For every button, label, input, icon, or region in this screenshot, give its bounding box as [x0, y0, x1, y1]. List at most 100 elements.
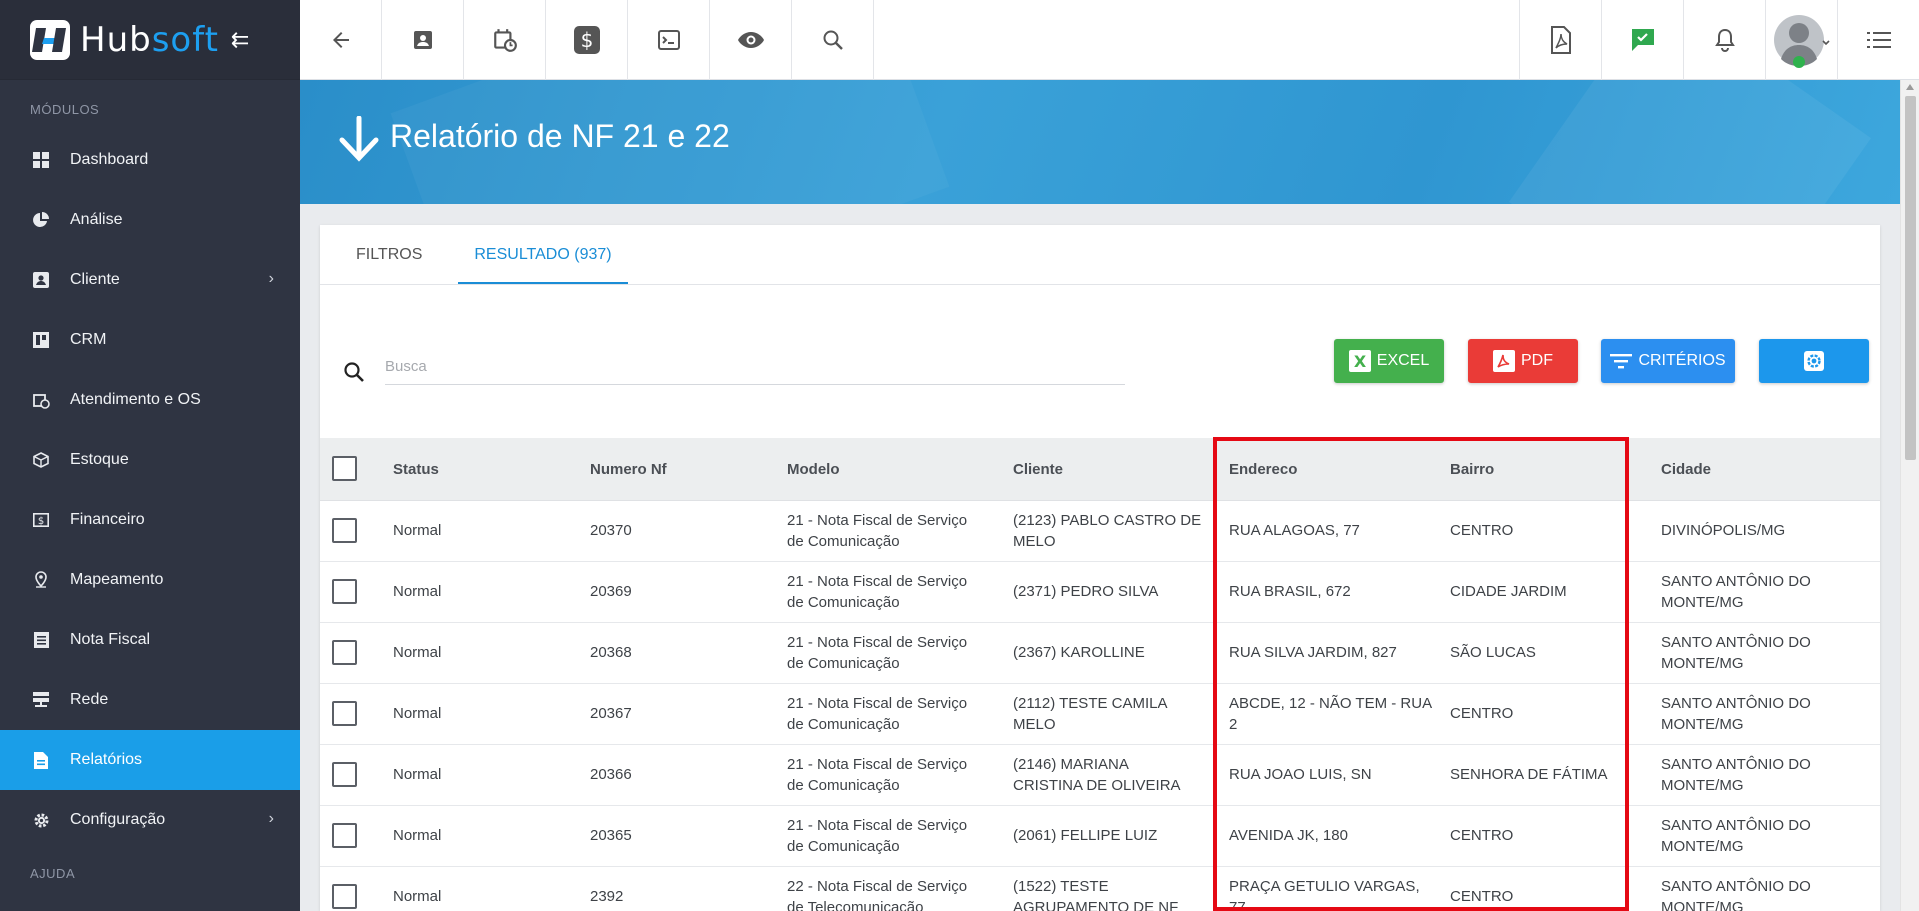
sidebar-item-label: Cliente	[70, 271, 120, 288]
cell-status: Normal	[393, 583, 442, 600]
table-row[interactable]: Normal 2392 22 - Nota Fiscal de Serviço de …	[320, 867, 1880, 911]
excel-export-button[interactable]: X EXCEL	[1334, 339, 1444, 383]
report-card: FILTROS RESULTADO (937) X EXCEL PDF CRIT…	[320, 225, 1880, 911]
row-checkbox[interactable]	[332, 823, 357, 848]
column-header-numero-nf[interactable]: Numero Nf	[590, 459, 667, 480]
section-label-modules: MÓDULOS	[30, 102, 100, 117]
column-header-cidade[interactable]: Cidade	[1661, 459, 1711, 480]
cell-modelo: 21 - Nota Fiscal de Serviço de Comunicaçã…	[787, 573, 968, 611]
map-pin-icon	[32, 571, 50, 589]
sidebar-item-mapeamento[interactable]: Mapeamento	[0, 550, 300, 610]
terminal-button[interactable]	[628, 0, 710, 80]
column-header-status[interactable]: Status	[393, 459, 439, 480]
top-bar: $	[300, 0, 1919, 80]
results-table: Status Numero Nf Modelo Cliente Endereco…	[320, 438, 1880, 911]
cell-bairro: CENTRO	[1450, 827, 1514, 844]
scroll-up-icon[interactable]	[1906, 84, 1914, 90]
cell-bairro: SÃO LUCAS	[1450, 644, 1536, 661]
cell-modelo: 21 - Nota Fiscal de Serviço de Comunicaçã…	[787, 695, 968, 733]
finance-button[interactable]: $	[546, 0, 628, 80]
cell-cidade: SANTO ANTÔNIO DO MONTE/MG	[1661, 695, 1811, 733]
tab-resultado[interactable]: RESULTADO (937)	[458, 225, 628, 284]
cell-modelo: 21 - Nota Fiscal de Serviço de Comunicaçã…	[787, 634, 968, 672]
table-row[interactable]: Normal 20369 21 - Nota Fiscal de Serviço de…	[320, 562, 1880, 623]
gear-icon	[32, 811, 50, 829]
filter-icon	[1610, 353, 1633, 369]
search-input[interactable]	[385, 349, 1125, 385]
bell-icon	[1714, 28, 1735, 52]
row-checkbox[interactable]	[332, 518, 357, 543]
notifications-button[interactable]	[1683, 0, 1765, 80]
pdf-export-button[interactable]	[1519, 0, 1601, 80]
cell-cliente: (2371) PEDRO SILVA	[1013, 583, 1159, 600]
contact-icon	[32, 271, 50, 289]
sidebar-item-analise[interactable]: Análise	[0, 190, 300, 250]
row-checkbox[interactable]	[332, 579, 357, 604]
sidebar-item-estoque[interactable]: Estoque	[0, 430, 300, 490]
table-row[interactable]: Normal 20365 21 - Nota Fiscal de Serviço de…	[320, 806, 1880, 867]
table-row[interactable]: Normal 20367 21 - Nota Fiscal de Serviço de…	[320, 684, 1880, 745]
sidebar-item-label: Nota Fiscal	[70, 631, 151, 648]
cell-cidade: SANTO ANTÔNIO DO MONTE/MG	[1661, 817, 1811, 855]
excel-icon: X	[1348, 350, 1371, 372]
back-button[interactable]	[300, 0, 382, 80]
cell-endereco: RUA BRASIL, 672	[1229, 583, 1351, 600]
table-row[interactable]: Normal 20368 21 - Nota Fiscal de Serviço de…	[320, 623, 1880, 684]
sidebar-item-dashboard[interactable]: Dashboard	[0, 130, 300, 190]
excel-button-label: EXCEL	[1376, 352, 1430, 369]
sidebar: Hubsoft ⇇ MÓDULOS Dashboard Análise Client…	[0, 0, 300, 911]
cell-numero-nf: 20365	[590, 827, 632, 844]
page-banner: Relatório de NF 21 e 22	[300, 80, 1900, 204]
column-header-bairro[interactable]: Bairro	[1450, 459, 1494, 480]
column-header-endereco[interactable]: Endereco	[1229, 459, 1297, 480]
cell-bairro: CENTRO	[1450, 888, 1514, 905]
settings-icon	[1802, 349, 1826, 373]
collapse-menu-icon[interactable]: ⇇	[231, 27, 249, 53]
cell-status: Normal	[393, 888, 442, 905]
row-checkbox[interactable]	[332, 640, 357, 665]
search-button[interactable]	[792, 0, 874, 80]
sidebar-item-configuracao[interactable]: Configuração ›	[0, 790, 300, 850]
sidebar-item-relatorios[interactable]: Relatórios	[0, 730, 300, 790]
column-header-cliente[interactable]: Cliente	[1013, 459, 1063, 480]
column-header-modelo[interactable]: Modelo	[787, 459, 840, 480]
row-checkbox[interactable]	[332, 884, 357, 909]
cell-endereco: RUA ALAGOAS, 77	[1229, 522, 1360, 539]
table-row[interactable]: Normal 20370 21 - Nota Fiscal de Serviço de…	[320, 501, 1880, 562]
sidebar-item-crm[interactable]: CRM	[0, 310, 300, 370]
table-settings-button[interactable]	[1759, 339, 1869, 383]
pdf-export-button-table[interactable]: PDF	[1468, 339, 1578, 383]
list-menu-button[interactable]	[1837, 0, 1919, 80]
schedule-button[interactable]	[464, 0, 546, 80]
sidebar-item-label: Estoque	[70, 451, 129, 468]
view-button[interactable]	[710, 0, 792, 80]
row-checkbox[interactable]	[332, 701, 357, 726]
avatar	[1773, 15, 1830, 68]
page-scrollbar[interactable]	[1900, 80, 1919, 911]
tab-filtros[interactable]: FILTROS	[340, 225, 438, 284]
sidebar-item-cliente[interactable]: Cliente ›	[0, 250, 300, 310]
cell-cliente: (2112) TESTE CAMILA MELO	[1013, 695, 1168, 733]
user-menu-button[interactable]	[1765, 0, 1837, 80]
eye-icon	[737, 32, 764, 48]
sidebar-item-nota-fiscal[interactable]: Nota Fiscal	[0, 610, 300, 670]
cell-cliente: (1522) TESTE AGRUPAMENTO DE NF	[1013, 878, 1179, 911]
cell-modelo: 21 - Nota Fiscal de Serviço de Comunicaçã…	[787, 512, 968, 550]
sidebar-item-label: Dashboard	[70, 151, 149, 168]
sidebar-item-atendimento-e-os[interactable]: Atendimento e OS	[0, 370, 300, 430]
sidebar-item-financeiro[interactable]: $ Financeiro	[0, 490, 300, 550]
criteria-button[interactable]: CRITÉRIOS	[1601, 339, 1735, 383]
cell-cidade: SANTO ANTÔNIO DO MONTE/MG	[1661, 878, 1811, 911]
scroll-thumb[interactable]	[1905, 96, 1916, 460]
chevron-right-icon: ›	[268, 270, 274, 287]
row-checkbox[interactable]	[332, 762, 357, 787]
pdf-icon	[1493, 350, 1515, 372]
dashboard-icon	[32, 151, 50, 169]
messages-button[interactable]	[1601, 0, 1683, 80]
table-row[interactable]: Normal 20366 21 - Nota Fiscal de Serviço de…	[320, 745, 1880, 806]
box-icon	[32, 451, 50, 469]
contact-button[interactable]	[382, 0, 464, 80]
select-all-checkbox[interactable]	[332, 456, 357, 481]
sidebar-item-rede[interactable]: Rede	[0, 670, 300, 730]
terminal-icon	[657, 30, 680, 50]
